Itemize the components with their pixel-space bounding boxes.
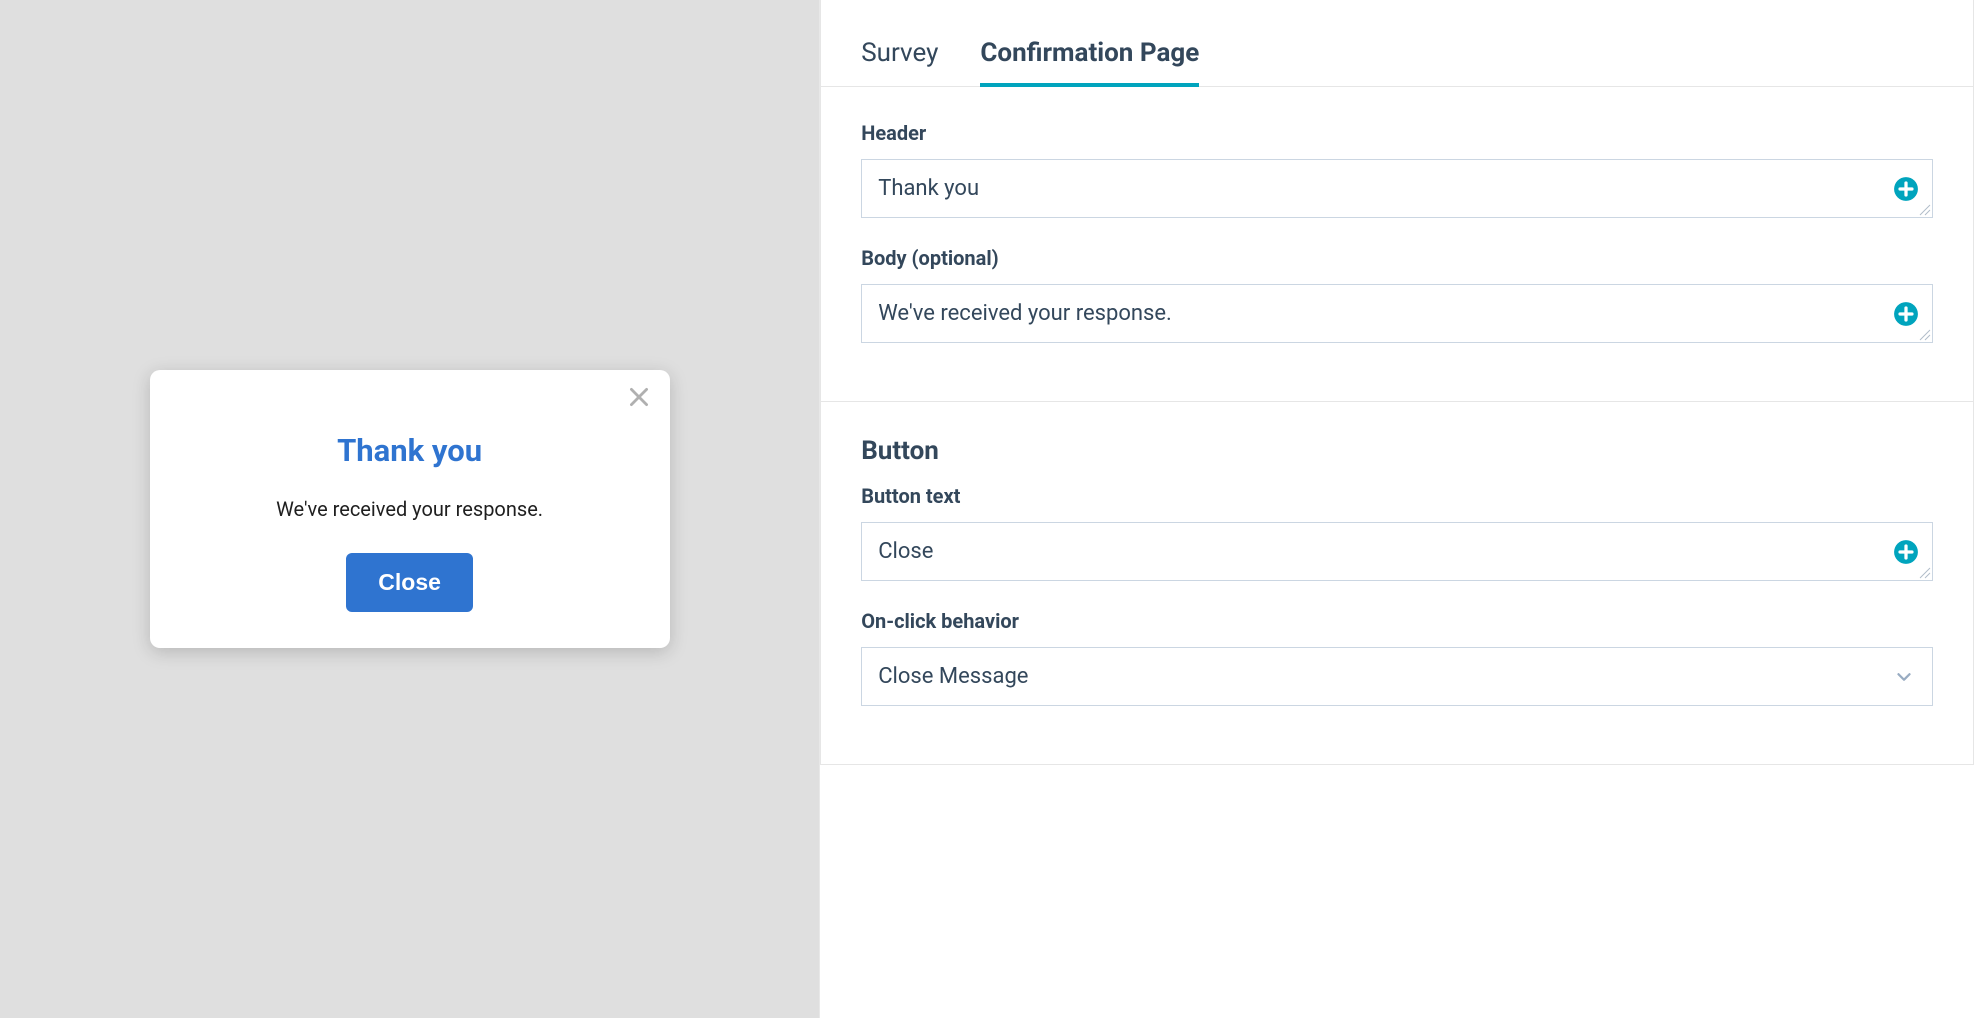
plus-circle-icon[interactable] — [1893, 301, 1919, 327]
tab-survey[interactable]: Survey — [861, 38, 938, 86]
button-text-label: Button text — [861, 484, 1933, 508]
tabs: Survey Confirmation Page — [821, 0, 1973, 87]
preview-header: Thank you — [174, 432, 646, 469]
onclick-select[interactable]: Close Message — [861, 647, 1933, 706]
editor-panel: Survey Confirmation Page Header — [819, 0, 1974, 1018]
section-button: Button Button text — [821, 402, 1973, 764]
preview-panel: Thank you We've received your response. … — [0, 0, 819, 1018]
preview-close-button[interactable]: Close — [346, 553, 473, 612]
preview-card: Thank you We've received your response. … — [150, 370, 670, 648]
button-text-input[interactable] — [861, 522, 1933, 581]
button-text-field-wrap — [861, 522, 1933, 581]
editor-inner: Survey Confirmation Page Header — [820, 0, 1974, 765]
close-icon[interactable] — [626, 384, 652, 410]
tab-confirmation[interactable]: Confirmation Page — [980, 38, 1199, 86]
app-root: Thank you We've received your response. … — [0, 0, 1974, 1018]
header-label: Header — [861, 121, 1933, 145]
plus-circle-icon[interactable] — [1893, 539, 1919, 565]
onclick-label: On-click behavior — [861, 609, 1933, 633]
body-field-wrap — [861, 284, 1933, 343]
header-input[interactable] — [861, 159, 1933, 218]
preview-body: We've received your response. — [174, 497, 646, 521]
section-content: Header — [821, 87, 1973, 401]
plus-circle-icon[interactable] — [1893, 176, 1919, 202]
body-input[interactable] — [861, 284, 1933, 343]
button-section-title: Button — [861, 436, 1933, 466]
header-field-wrap — [861, 159, 1933, 218]
body-label: Body (optional) — [861, 246, 1933, 270]
onclick-select-wrap: Close Message — [861, 647, 1933, 706]
